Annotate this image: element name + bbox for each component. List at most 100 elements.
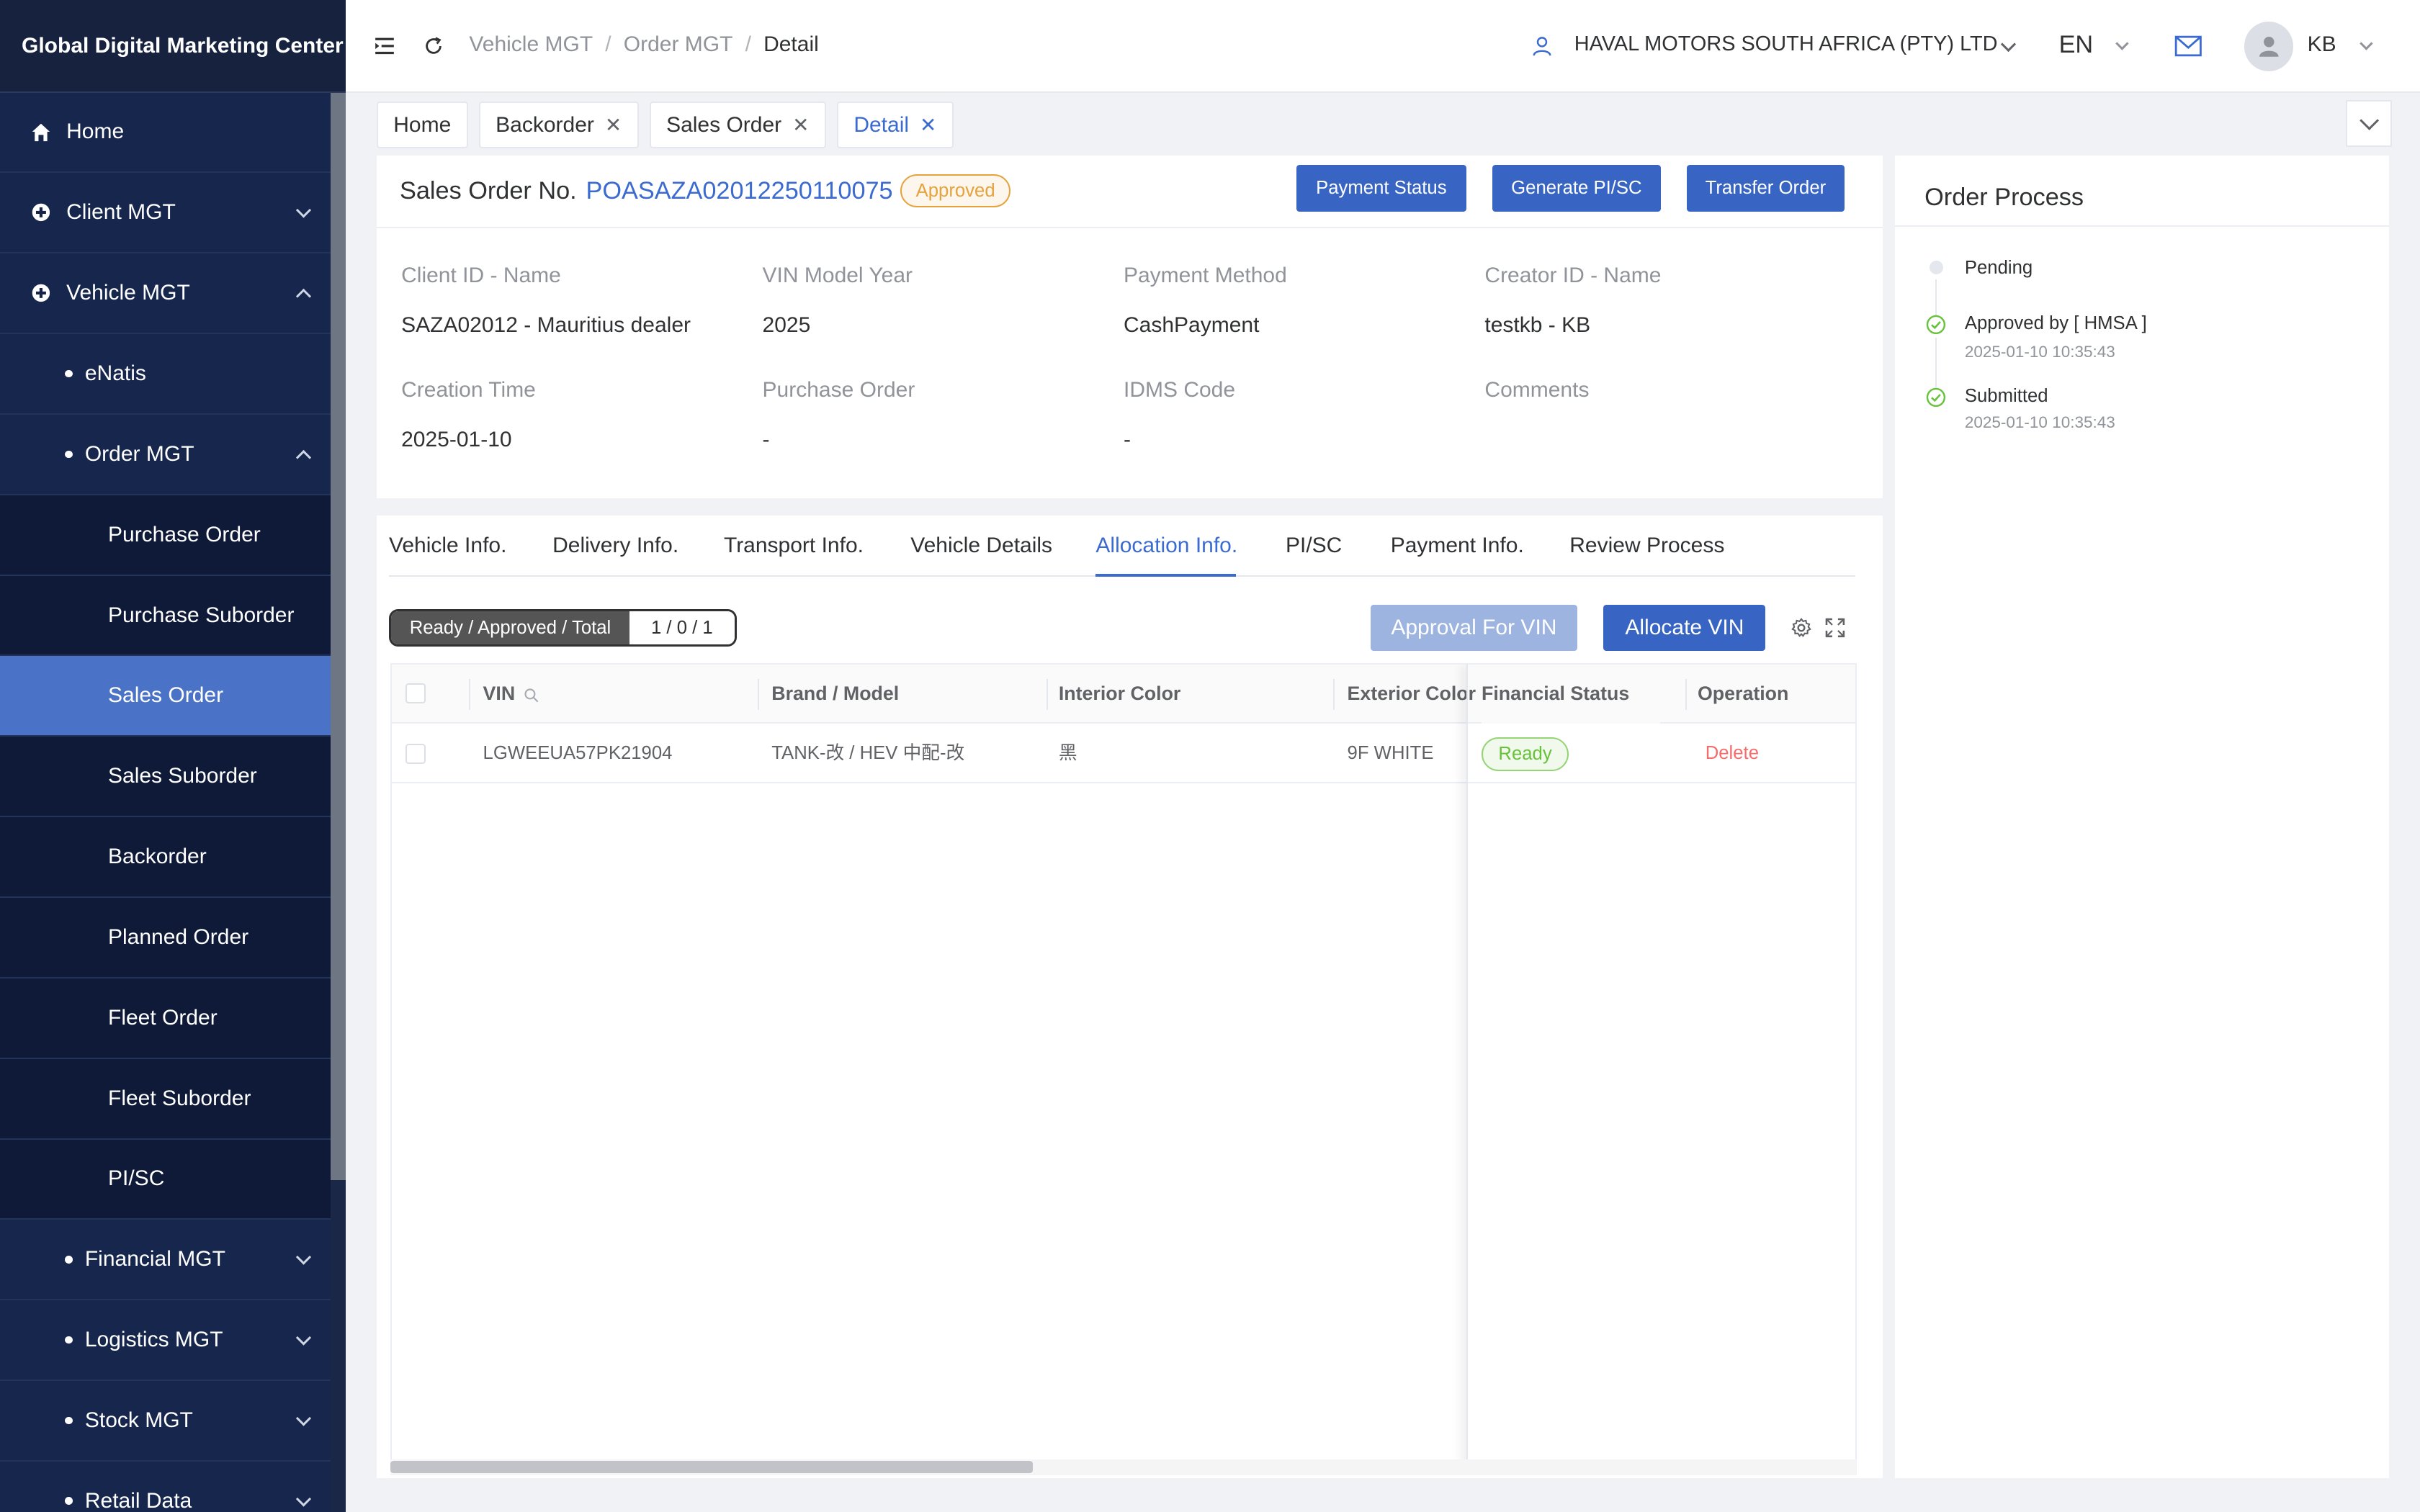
payment-method-label: Payment Method [1123,264,1287,288]
sidebar-item-home[interactable]: Home [0,92,331,174]
sidebar-item-label: Retail Data [84,1488,192,1512]
tab-allocation-info[interactable]: Allocation Info. [1095,534,1237,558]
user-name[interactable]: KB [2308,32,2336,57]
tab-detail[interactable]: Detail ✕ [836,102,954,148]
approval-for-vin-button[interactable]: Approval For VIN [1370,604,1577,652]
payment-status-button[interactable]: Payment Status [1296,165,1466,212]
order-detail-card: Vehicle Info. Delivery Info. Transport I… [376,515,1883,1478]
sidebar-item-stock-mgt[interactable]: Stock MGT [0,1381,331,1462]
sidebar-item-sales-suborder[interactable]: Sales Suborder [0,737,331,818]
table-horizontal-scrollbar[interactable] [390,1459,1857,1475]
search-icon[interactable] [524,688,539,703]
chevron-down-icon [295,1491,311,1507]
close-icon[interactable]: ✕ [792,113,809,137]
select-all-checkbox[interactable] [405,683,426,703]
comments-label: Comments [1484,377,1590,402]
creation-time-label: Creation Time [401,377,536,402]
chevron-down-icon [295,1330,311,1346]
order-process-title: Order Process [1924,183,2084,211]
check-circle-icon [1927,387,1946,407]
tab-home[interactable]: Home [376,102,468,148]
sidebar-item-logistics-mgt[interactable]: Logistics MGT [0,1300,331,1382]
sidebar-scrollbar[interactable] [330,92,346,1512]
chevron-down-icon[interactable] [2115,36,2129,50]
sidebar-item-retail-data[interactable]: Retail Data [0,1461,331,1512]
sidebar-item-order-mgt[interactable]: Order MGT [0,414,331,495]
sidebar-item-financial-mgt[interactable]: Financial MGT [0,1220,331,1301]
tab-vehicle-info[interactable]: Vehicle Info. [389,534,506,558]
tabs-dropdown-button[interactable] [2346,100,2393,147]
transfer-order-button[interactable]: Transfer Order [1687,165,1845,212]
sidebar-item-sales-order[interactable]: Sales Order [0,656,331,737]
sidebar-scrollbar-thumb[interactable] [330,92,346,1181]
mail-icon[interactable] [2173,32,2204,60]
generate-pisc-button[interactable]: Generate PI/SC [1492,165,1661,212]
gear-icon[interactable] [1789,616,1814,640]
close-icon[interactable]: ✕ [605,113,622,137]
tab-transport-info[interactable]: Transport Info. [724,534,864,558]
cell-brand-model: TANK-改 / HEV 中配-改 [771,742,965,763]
chevron-down-icon [295,1410,311,1426]
breadcrumb-item-vehicle-mgt[interactable]: Vehicle MGT [469,32,593,56]
column-divider [757,678,760,710]
tab-pisc[interactable]: PI/SC [1286,534,1342,558]
tab-backorder[interactable]: Backorder ✕ [478,102,639,148]
sidebar-item-purchase-suborder[interactable]: Purchase Suborder [0,575,331,657]
order-number[interactable]: POASAZA02012250110075 [586,177,893,205]
column-header-exterior-color: Exterior Color [1347,683,1476,705]
sidebar-item-enatis[interactable]: eNatis [0,334,331,415]
sidebar-item-vehicle-mgt[interactable]: Vehicle MGT [0,253,331,335]
settings-circle-icon [31,283,51,303]
sidebar-item-pisc[interactable]: PI/SC [0,1139,331,1220]
tab-label: Backorder [496,112,594,137]
bullet-icon [65,1255,73,1264]
column-header-vin[interactable]: VIN [483,665,539,723]
creation-time-value: 2025-01-10 [401,427,512,451]
bullet-icon [65,450,73,459]
company-selector[interactable]: HAVAL MOTORS SOUTH AFRICA (PTY) LTD [1574,32,1998,56]
fullscreen-icon[interactable] [1823,616,1847,640]
chevron-down-icon[interactable] [2001,36,2017,52]
column-header-interior-color: Interior Color [1058,683,1181,705]
refresh-icon[interactable] [420,32,448,60]
tab-vehicle-details[interactable]: Vehicle Details [910,534,1052,558]
bullet-icon [65,369,73,378]
sidebar: Global Digital Marketing Center Home Cli… [0,0,346,1512]
breadcrumb-item-detail: Detail [763,32,819,56]
breadcrumb-item-order-mgt[interactable]: Order MGT [624,32,733,56]
table-row[interactable]: LGWEEUA57PK21904 TANK-改 / HEV 中配-改 黑 9F … [392,723,1855,784]
tab-sales-order[interactable]: Sales Order ✕ [649,102,826,148]
sidebar-item-fleet-order[interactable]: Fleet Order [0,978,331,1059]
sidebar-item-label: Purchase Order [108,522,261,546]
row-checkbox[interactable] [405,743,426,764]
sidebar-item-label: Backorder [108,845,207,869]
menu-fold-icon[interactable] [370,32,398,60]
cell-vin: LGWEEUA57PK21904 [483,742,673,763]
sidebar-menu: Home Client MGT Vehicle MGT eNatis Order… [0,92,331,1512]
sidebar-item-planned-order[interactable]: Planned Order [0,898,331,978]
sidebar-item-fleet-suborder[interactable]: Fleet Suborder [0,1058,331,1140]
delete-link[interactable]: Delete [1706,724,1759,784]
column-header-operation: Operation [1697,683,1789,705]
sidebar-item-label: Logistics MGT [84,1328,223,1352]
creator-value: testkb - KB [1484,312,1591,337]
tab-delivery-info[interactable]: Delivery Info. [552,534,678,558]
sidebar-item-backorder[interactable]: Backorder [0,817,331,898]
close-icon[interactable]: ✕ [920,113,936,137]
scrollbar-thumb[interactable] [390,1461,1033,1474]
tab-payment-info[interactable]: Payment Info. [1391,534,1524,558]
chevron-down-icon[interactable] [2359,36,2373,50]
allocate-vin-button[interactable]: Allocate VIN [1603,604,1766,652]
language-selector[interactable]: EN [2059,31,2094,59]
sidebar-item-label: PI/SC [108,1166,165,1191]
sidebar-item-client-mgt[interactable]: Client MGT [0,173,331,254]
payment-method-value: CashPayment [1123,312,1260,337]
sidebar-item-purchase-order[interactable]: Purchase Order [0,495,331,576]
chevron-down-icon [2359,110,2379,130]
sidebar-item-label: Financial MGT [84,1247,225,1272]
chevron-up-icon [295,289,311,305]
tab-review-process[interactable]: Review Process [1569,534,1724,558]
sidebar-item-label: Vehicle MGT [66,281,190,305]
top-header: Vehicle MGT / Order MGT / Detail HAVAL MOTOR… [346,0,2420,93]
avatar[interactable] [2244,22,2294,71]
